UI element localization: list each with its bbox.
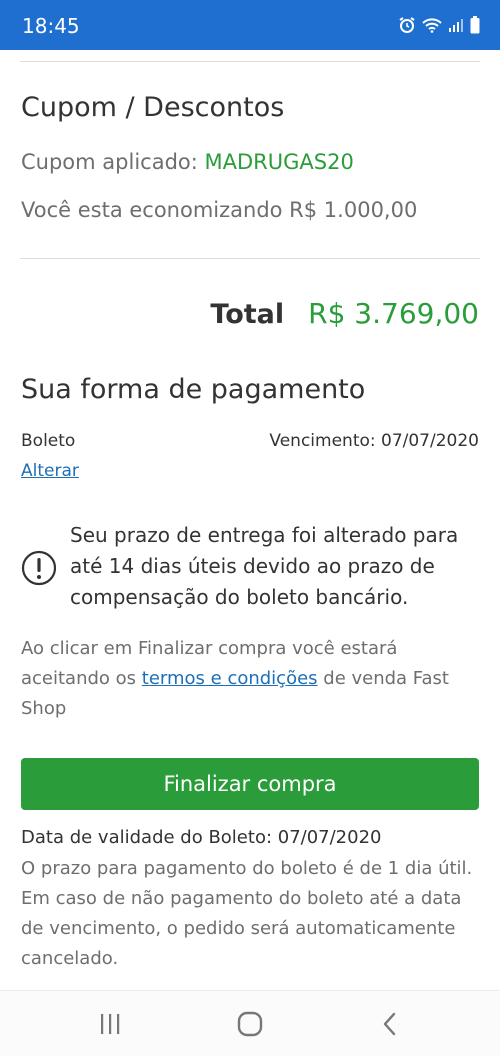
terms-text: Ao clicar em Finalizar compra você estar… xyxy=(21,634,481,724)
total-row: Total R$ 3.769,00 xyxy=(210,297,479,330)
coupon-divider xyxy=(20,258,480,259)
coupon-title: Cupom / Descontos xyxy=(21,92,285,123)
total-value: R$ 3.769,00 xyxy=(308,297,479,330)
status-time: 18:45 xyxy=(22,14,80,38)
status-bar: 18:45 xyxy=(0,0,500,50)
coupon-code: MADRUGAS20 xyxy=(204,150,354,174)
payment-due-date: Vencimento: 07/07/2020 xyxy=(269,431,479,451)
signal-icon xyxy=(448,17,464,33)
recent-apps-icon[interactable] xyxy=(95,1009,125,1039)
navigation-bar xyxy=(0,990,500,1056)
home-icon[interactable] xyxy=(235,1009,265,1039)
coupon-savings: Você esta economizando R$ 1.000,00 xyxy=(21,198,418,222)
finish-purchase-button[interactable]: Finalizar compra xyxy=(21,758,479,810)
battery-icon xyxy=(470,16,480,34)
total-label: Total xyxy=(210,299,285,330)
status-icons xyxy=(398,16,480,34)
payment-method: Boleto xyxy=(21,431,76,451)
terms-link[interactable]: termos e condições xyxy=(142,668,318,689)
wifi-icon xyxy=(422,17,442,33)
change-payment-link[interactable]: Alterar xyxy=(21,461,79,481)
coupon-applied-label: Cupom aplicado: xyxy=(21,150,198,174)
payment-title: Sua forma de pagamento xyxy=(21,374,366,405)
exclamation-circle-icon xyxy=(21,550,57,586)
coupon-applied: Cupom aplicado: MADRUGAS20 xyxy=(21,150,354,174)
boleto-info: O prazo para pagamento do boleto é de 1 … xyxy=(21,858,473,969)
boleto-validity: Data de validade do Boleto: 07/07/2020 xyxy=(21,827,382,848)
back-icon[interactable] xyxy=(375,1009,405,1039)
notice-text: Seu prazo de entrega foi alterado para a… xyxy=(70,523,459,609)
top-divider xyxy=(20,61,480,62)
alarm-icon xyxy=(398,16,416,34)
